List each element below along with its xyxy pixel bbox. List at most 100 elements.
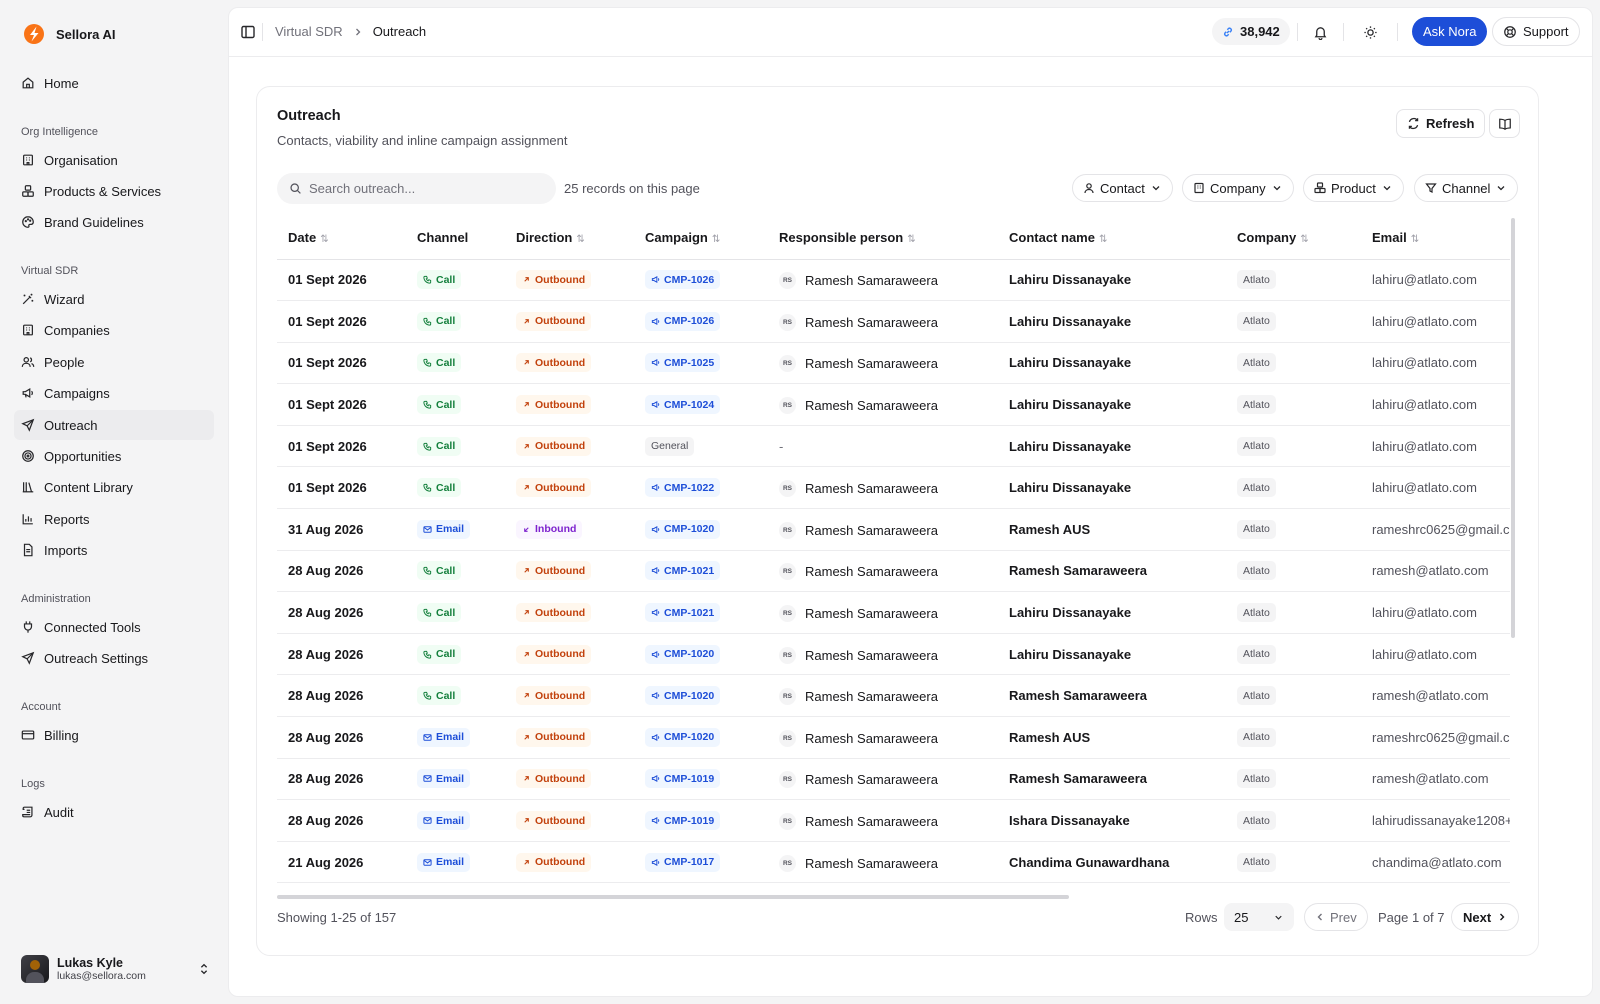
table-row[interactable]: 01 Sept 2026 Call Outbound CMP-1026 RS Ramesh… — [277, 259, 1510, 302]
vertical-scrollbar[interactable] — [1511, 218, 1515, 638]
user-menu[interactable]: Lukas Kyle lukas@sellora.com — [21, 952, 211, 986]
campaign-badge[interactable]: General — [645, 436, 695, 456]
table-row[interactable]: 28 Aug 2026 Call Outbound CMP-1020 RS Ramesh … — [277, 633, 1510, 676]
company-badge[interactable]: Atlato — [1237, 686, 1276, 706]
cell-contact-name[interactable]: Ishara Dissanayake — [998, 799, 1226, 842]
cell-contact-name[interactable]: Lahiru Dissanayake — [998, 300, 1226, 343]
company-badge[interactable]: Atlato — [1237, 519, 1276, 539]
table-row[interactable]: 28 Aug 2026 Call Outbound CMP-1020 RS Ramesh … — [277, 674, 1510, 718]
campaign-badge[interactable]: CMP-1024 — [645, 395, 721, 415]
breadcrumb-virtual-sdr[interactable]: Virtual SDR — [275, 24, 343, 39]
table-row[interactable]: 01 Sept 2026 Call Outbound CMP-1025 RS Ramesh… — [277, 342, 1510, 385]
sidebar-item-companies[interactable]: Companies — [14, 315, 214, 345]
campaign-badge[interactable]: CMP-1025 — [645, 353, 721, 373]
filter-product[interactable]: Product — [1303, 174, 1404, 202]
docs-button[interactable] — [1489, 109, 1520, 138]
sidebar-toggle-button[interactable] — [240, 24, 256, 40]
company-badge[interactable]: Atlato — [1237, 852, 1276, 872]
cell-contact-name[interactable]: Lahiru Dissanayake — [998, 342, 1226, 385]
sidebar-item-brand-guidelines[interactable]: Brand Guidelines — [14, 207, 214, 237]
sidebar-item-connected-tools[interactable]: Connected Tools — [14, 612, 214, 642]
refresh-button[interactable]: Refresh — [1396, 109, 1486, 138]
campaign-badge[interactable]: CMP-1019 — [645, 811, 721, 831]
sidebar-item-billing[interactable]: Billing — [14, 720, 214, 750]
notifications-button[interactable] — [1310, 22, 1330, 42]
cell-contact-name[interactable]: Chandima Gunawardhana — [998, 841, 1226, 884]
campaign-badge[interactable]: CMP-1021 — [645, 561, 721, 581]
cell-contact-name[interactable]: Lahiru Dissanayake — [998, 383, 1226, 426]
sidebar-item-wizard[interactable]: Wizard — [14, 284, 214, 314]
sort-icon[interactable]: ⇅ — [907, 234, 915, 245]
cell-contact-name[interactable]: Ramesh AUS — [998, 716, 1226, 759]
theme-toggle-button[interactable] — [1360, 22, 1380, 42]
sidebar-item-outreach[interactable]: Outreach — [14, 410, 214, 440]
sort-icon[interactable]: ⇅ — [1300, 234, 1308, 245]
table-row[interactable]: 01 Sept 2026 Call Outbound CMP-1022 RS Ramesh… — [277, 466, 1510, 510]
table-row[interactable]: 28 Aug 2026 Call Outbound CMP-1021 RS Ramesh … — [277, 550, 1510, 593]
campaign-badge[interactable]: CMP-1017 — [645, 852, 721, 872]
ask-nora-button[interactable]: Ask Nora — [1412, 17, 1488, 46]
company-badge[interactable]: Atlato — [1237, 644, 1276, 664]
sort-icon[interactable]: ⇅ — [712, 234, 720, 245]
sidebar-item-outreach-settings[interactable]: Outreach Settings — [14, 643, 214, 673]
next-page-button[interactable]: Next — [1451, 903, 1520, 931]
company-badge[interactable]: Atlato — [1237, 353, 1276, 373]
company-badge[interactable]: Atlato — [1237, 561, 1276, 581]
company-badge[interactable]: Atlato — [1237, 727, 1276, 747]
cell-contact-name[interactable]: Ramesh Samaraweera — [998, 674, 1226, 718]
credits-badge[interactable]: 38,942 — [1212, 18, 1290, 45]
cell-contact-name[interactable]: Ramesh AUS — [998, 508, 1226, 551]
filter-channel[interactable]: Channel — [1414, 174, 1519, 202]
sidebar-item-campaigns[interactable]: Campaigns — [14, 378, 214, 408]
cell-contact-name[interactable]: Lahiru Dissanayake — [998, 259, 1226, 302]
table-row[interactable]: 28 Aug 2026 Email Outbound CMP-1019 RS Ramesh… — [277, 758, 1510, 801]
campaign-badge[interactable]: CMP-1026 — [645, 270, 721, 290]
sidebar-item-imports[interactable]: Imports — [14, 535, 214, 565]
cell-contact-name[interactable]: Ramesh Samaraweera — [998, 550, 1226, 593]
cell-contact-name[interactable]: Lahiru Dissanayake — [998, 425, 1226, 468]
company-badge[interactable]: Atlato — [1237, 436, 1276, 456]
column-header-campaign[interactable]: Campaign ⇅ — [634, 216, 768, 260]
sidebar-item-content-library[interactable]: Content Library — [14, 472, 214, 502]
campaign-badge[interactable]: CMP-1026 — [645, 311, 721, 331]
campaign-badge[interactable]: CMP-1020 — [645, 686, 721, 706]
cell-contact-name[interactable]: Lahiru Dissanayake — [998, 466, 1226, 510]
horizontal-scrollbar[interactable] — [277, 895, 1069, 899]
table-row[interactable]: 01 Sept 2026 Call Outbound General - Lahiru D… — [277, 425, 1510, 468]
table-row[interactable]: 01 Sept 2026 Call Outbound CMP-1024 RS Ramesh… — [277, 383, 1510, 426]
sidebar-item-home[interactable]: Home — [14, 68, 214, 98]
campaign-badge[interactable]: CMP-1020 — [645, 519, 721, 539]
cell-contact-name[interactable]: Lahiru Dissanayake — [998, 591, 1226, 634]
sidebar-item-audit[interactable]: Audit — [14, 797, 214, 827]
column-header-responsible-person[interactable]: Responsible person ⇅ — [768, 216, 998, 260]
column-header-company[interactable]: Company ⇅ — [1226, 216, 1361, 260]
cell-contact-name[interactable]: Ramesh Samaraweera — [998, 758, 1226, 801]
table-row[interactable]: 01 Sept 2026 Call Outbound CMP-1026 RS Ramesh… — [277, 300, 1510, 343]
company-badge[interactable]: Atlato — [1237, 395, 1276, 415]
table-row[interactable]: 21 Aug 2026 Email Outbound CMP-1017 RS Ramesh… — [277, 841, 1510, 884]
column-header-direction[interactable]: Direction ⇅ — [505, 216, 634, 260]
rows-per-page-select[interactable]: 25 — [1224, 903, 1294, 931]
sort-icon[interactable]: ⇅ — [576, 234, 584, 245]
company-badge[interactable]: Atlato — [1237, 603, 1276, 623]
company-badge[interactable]: Atlato — [1237, 811, 1276, 831]
filter-contact[interactable]: Contact — [1072, 174, 1173, 202]
table-row[interactable]: 28 Aug 2026 Call Outbound CMP-1021 RS Ramesh … — [277, 591, 1510, 634]
company-badge[interactable]: Atlato — [1237, 478, 1276, 498]
company-badge[interactable]: Atlato — [1237, 270, 1276, 290]
campaign-badge[interactable]: CMP-1020 — [645, 644, 721, 664]
campaign-badge[interactable]: CMP-1020 — [645, 727, 721, 747]
sidebar-item-reports[interactable]: Reports — [14, 504, 214, 534]
table-row[interactable]: 28 Aug 2026 Email Outbound CMP-1019 RS Ramesh… — [277, 799, 1510, 842]
sidebar-item-organisation[interactable]: Organisation — [14, 145, 214, 175]
company-badge[interactable]: Atlato — [1237, 311, 1276, 331]
sort-icon[interactable]: ⇅ — [1411, 234, 1419, 245]
campaign-badge[interactable]: CMP-1021 — [645, 603, 721, 623]
column-header-email[interactable]: Email ⇅ — [1361, 216, 1510, 260]
prev-page-button[interactable]: Prev — [1304, 903, 1368, 931]
sort-icon[interactable]: ⇅ — [320, 234, 328, 245]
campaign-badge[interactable]: CMP-1022 — [645, 478, 721, 498]
company-badge[interactable]: Atlato — [1237, 769, 1276, 789]
brand[interactable]: Sellora AI — [22, 22, 115, 46]
sidebar-item-products-services[interactable]: Products & Services — [14, 176, 214, 206]
